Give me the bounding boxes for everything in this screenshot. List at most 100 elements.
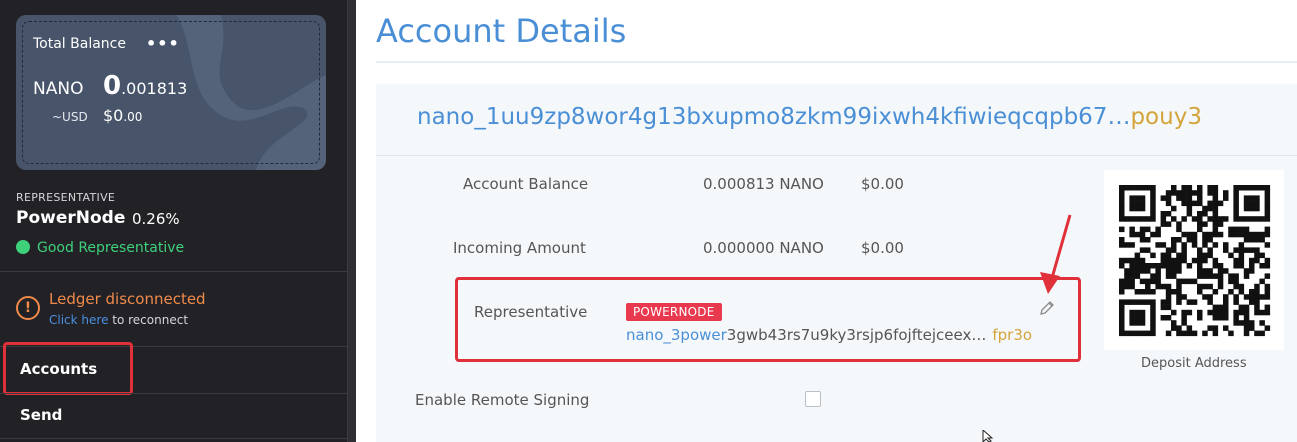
page-title: Account Details	[376, 12, 627, 50]
qr-module	[1186, 278, 1193, 285]
qr-module	[1134, 309, 1141, 316]
qr-module	[1191, 237, 1198, 243]
qr-module	[1119, 216, 1125, 222]
qr-module	[1217, 309, 1224, 316]
nav-item-send[interactable]: Send	[20, 406, 62, 424]
representative-name: PowerNode	[16, 208, 126, 228]
qr-module	[1176, 195, 1182, 201]
qr-module	[1191, 330, 1198, 337]
qr-module	[1238, 289, 1245, 295]
qr-module	[1139, 237, 1146, 243]
qr-module	[1217, 283, 1224, 290]
qr-module	[1212, 226, 1219, 233]
qr-module	[1186, 205, 1193, 212]
qr-module	[1124, 273, 1130, 279]
qr-module	[1160, 304, 1167, 311]
accounts-highlight-box	[3, 342, 133, 395]
qr-module	[1155, 242, 1161, 248]
qr-module	[1165, 283, 1172, 290]
qr-module	[1238, 247, 1245, 253]
qr-module	[1243, 273, 1250, 279]
qr-module	[1165, 200, 1172, 207]
qr-module	[1233, 294, 1239, 300]
qr-module	[1176, 237, 1182, 243]
qr-module	[1165, 221, 1172, 227]
qr-module	[1202, 268, 1208, 274]
qr-module	[1212, 200, 1219, 207]
qr-module	[1119, 283, 1125, 290]
qr-module	[1160, 242, 1167, 248]
title-underline	[376, 61, 1297, 63]
qr-module	[1249, 205, 1255, 212]
divider	[0, 438, 347, 439]
qr-module	[1207, 185, 1213, 191]
qr-module	[1124, 216, 1130, 222]
qr-module	[1249, 325, 1255, 331]
qr-module	[1249, 200, 1255, 207]
qr-module	[1228, 273, 1234, 279]
qr-module	[1191, 257, 1198, 264]
qr-module	[1119, 190, 1125, 196]
qr-module	[1254, 294, 1260, 300]
qr-module	[1202, 283, 1208, 290]
qr-module	[1212, 263, 1219, 269]
qr-module	[1150, 252, 1156, 259]
qr-module	[1249, 294, 1255, 300]
qr-module	[1165, 257, 1172, 264]
qr-module	[1238, 216, 1245, 222]
usd-balance-main: $0	[103, 106, 124, 125]
qr-module	[1233, 299, 1239, 305]
qr-module	[1264, 190, 1271, 196]
qr-module	[1249, 268, 1255, 274]
qr-module	[1119, 315, 1125, 321]
qr-module	[1145, 283, 1151, 290]
qr-module	[1212, 273, 1219, 279]
qr-module	[1223, 294, 1229, 300]
qr-module	[1139, 299, 1146, 305]
qr-module	[1139, 320, 1146, 326]
account-address[interactable]: nano_1uu9zp8wor4g13bxupmo8zkm99ixwh4kfiw…	[417, 104, 1202, 130]
qr-module	[1124, 278, 1130, 285]
qr-module	[1186, 231, 1193, 238]
qr-module	[1186, 185, 1193, 191]
qr-module	[1197, 211, 1203, 217]
ledger-reconnect-text: Click here to reconnect	[49, 313, 188, 327]
qr-module	[1238, 320, 1245, 326]
qr-module	[1238, 257, 1245, 264]
ledger-status-title: Ledger disconnected	[49, 290, 206, 308]
qr-module	[1160, 263, 1167, 269]
qr-module	[1197, 257, 1203, 264]
qr-module	[1264, 294, 1271, 300]
qr-module	[1139, 268, 1146, 274]
representative-highlight-box	[455, 277, 1081, 362]
qr-module	[1202, 294, 1208, 300]
qr-module	[1249, 299, 1255, 305]
qr-module	[1150, 325, 1156, 331]
ledger-reconnect-link[interactable]: Click here	[49, 313, 108, 327]
qr-module	[1233, 190, 1239, 196]
qr-module	[1134, 195, 1141, 201]
qr-module	[1249, 257, 1255, 264]
qr-module	[1223, 190, 1229, 196]
qr-module	[1233, 278, 1239, 285]
qr-module	[1176, 283, 1182, 290]
qr-module	[1233, 200, 1239, 207]
qr-module	[1202, 237, 1208, 243]
qr-module	[1119, 263, 1125, 269]
qr-module	[1217, 315, 1224, 321]
qr-module	[1212, 190, 1219, 196]
qr-module	[1233, 257, 1239, 264]
qr-module	[1181, 242, 1187, 248]
qr-module	[1150, 315, 1156, 321]
qr-module	[1139, 263, 1146, 269]
qr-module	[1171, 325, 1177, 331]
qr-module	[1139, 185, 1146, 191]
qr-module	[1197, 309, 1203, 316]
more-dots-icon[interactable]: •••	[146, 34, 180, 53]
qr-module	[1145, 289, 1151, 295]
qr-module	[1207, 205, 1213, 212]
qr-module	[1212, 205, 1219, 212]
qr-module	[1264, 257, 1271, 264]
remote-signing-checkbox[interactable]	[805, 391, 821, 407]
qr-module	[1139, 257, 1146, 264]
